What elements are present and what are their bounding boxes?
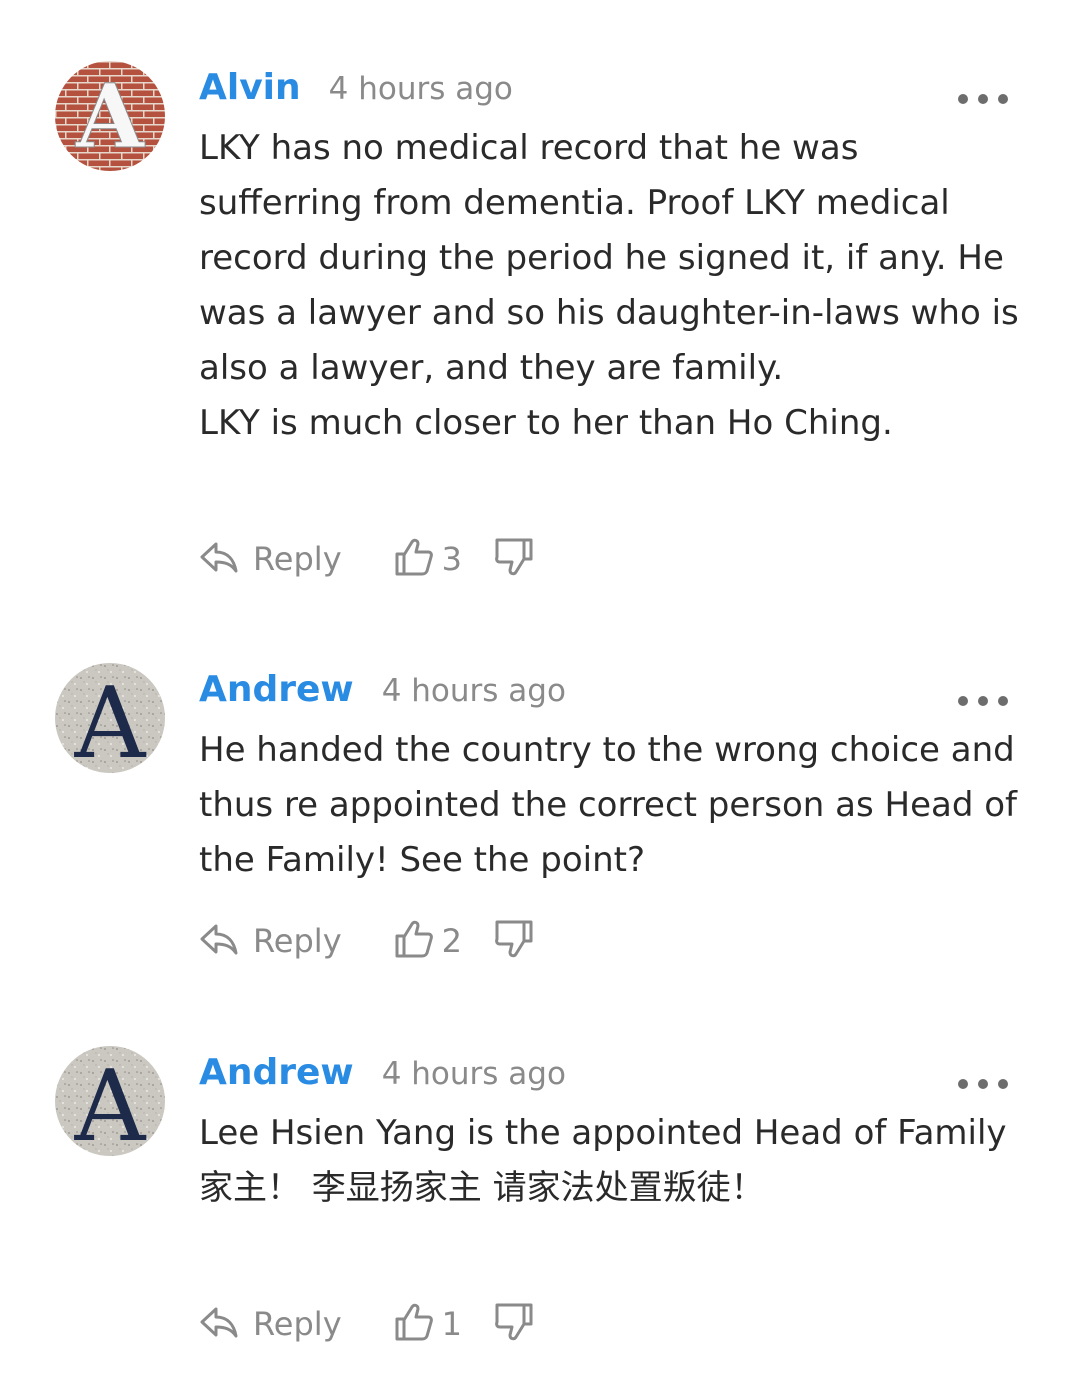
comment-actions: Reply 3 [199,534,534,584]
timestamp: 4 hours ago [381,1056,566,1092]
avatar[interactable]: A [55,61,165,171]
comment-text: 家主！ 李显扬家主 请家法处置叛徒！ [199,1168,765,1208]
avatar[interactable]: A [55,1046,165,1156]
reply-arrow-icon [199,922,239,960]
comment-body: He handed the country to the wrong choic… [199,723,1019,888]
comment-text: He handed the country to the wrong choic… [199,730,1017,880]
svg-text:A: A [74,1050,147,1156]
avatar[interactable]: A [55,663,165,773]
more-options-button[interactable] [958,691,1008,711]
comment-actions: Reply 2 [199,916,534,966]
author-name[interactable]: Andrew [199,1052,354,1093]
more-options-button[interactable] [958,89,1008,109]
comment-text: Lee Hsien Yang is the appointed Head of … [199,1113,1007,1153]
reply-button[interactable]: Reply [199,922,342,960]
more-dots-icon [958,696,968,706]
thumbs-up-icon [394,919,434,963]
comment-header: Alvin 4 hours ago [199,67,513,115]
reply-arrow-icon [199,1305,239,1343]
svg-text:A: A [75,64,146,168]
timestamp: 4 hours ago [381,673,566,709]
comment-header: Andrew 4 hours ago [199,669,566,717]
more-dots-icon [978,1079,988,1089]
like-button[interactable]: 2 [394,919,462,963]
comment-body: Lee Hsien Yang is the appointed Head of … [199,1106,1019,1216]
author-name[interactable]: Andrew [199,669,354,710]
dislike-button[interactable] [494,919,534,963]
more-dots-icon [978,696,988,706]
like-button[interactable]: 3 [394,537,462,581]
more-dots-icon [978,94,988,104]
svg-text:A: A [74,667,147,773]
comment-header: Andrew 4 hours ago [199,1052,566,1100]
thumbs-down-icon [494,537,534,581]
reply-button[interactable]: Reply [199,1305,342,1343]
like-count: 3 [441,540,462,578]
thumbs-down-icon [494,919,534,963]
more-dots-icon [958,1079,968,1089]
dislike-button[interactable] [494,537,534,581]
timestamp: 4 hours ago [328,71,513,107]
comment-actions: Reply 1 [199,1299,534,1349]
dislike-button[interactable] [494,1302,534,1346]
more-dots-icon [958,94,968,104]
reply-button[interactable]: Reply [199,540,342,578]
like-count: 2 [441,922,462,960]
thumbs-up-icon [394,537,434,581]
comment-text: LKY is much closer to her than Ho Ching. [199,403,893,443]
more-dots-icon [998,1079,1008,1089]
more-dots-icon [998,696,1008,706]
more-dots-icon [998,94,1008,104]
comment-text: LKY has no medical record that he was su… [199,128,1019,388]
reply-arrow-icon [199,540,239,578]
comment-body: LKY has no medical record that he was su… [199,121,1019,451]
like-button[interactable]: 1 [394,1302,462,1346]
author-name[interactable]: Alvin [199,67,301,108]
reply-label: Reply [253,1305,342,1343]
more-options-button[interactable] [958,1074,1008,1094]
reply-label: Reply [253,540,342,578]
reply-label: Reply [253,922,342,960]
like-count: 1 [441,1305,462,1343]
thumbs-up-icon [394,1302,434,1346]
thumbs-down-icon [494,1302,534,1346]
